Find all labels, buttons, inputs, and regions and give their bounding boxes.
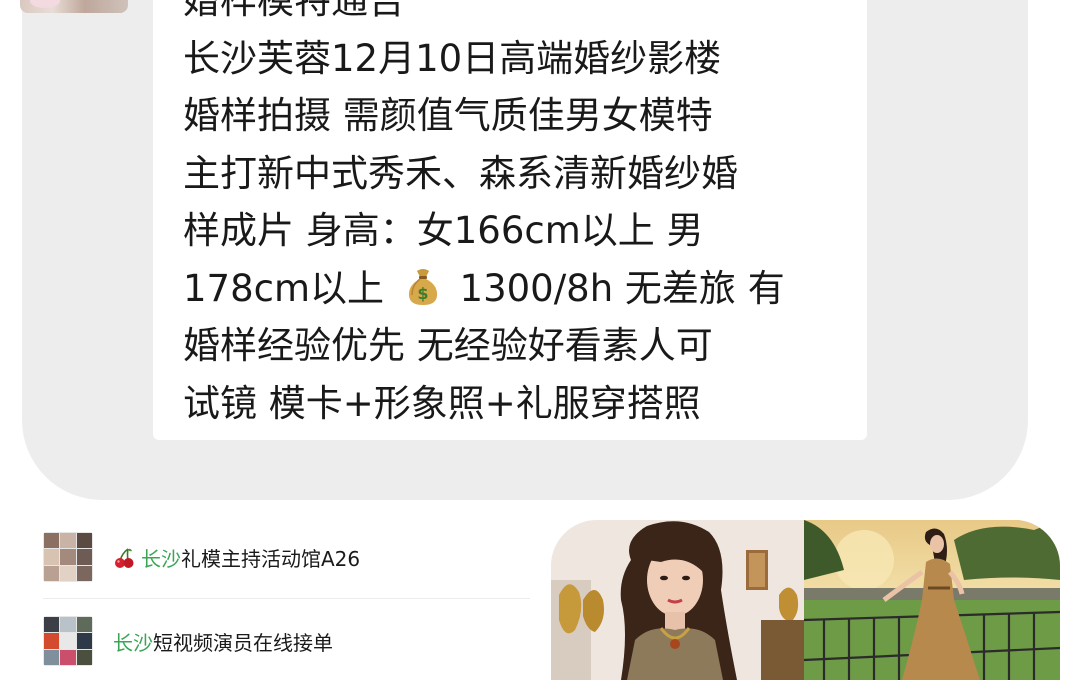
list-item[interactable]: 长沙礼模主持活动馆A26	[0, 515, 545, 599]
list-item-city: 长沙	[141, 546, 181, 571]
photo-model-indoor[interactable]	[551, 520, 804, 680]
svg-text:$: $	[417, 284, 428, 303]
message-line: 试镜 模卡+形象照+礼服穿搭照	[183, 381, 701, 425]
list-item-name: 短视频演员在线接单	[153, 630, 333, 655]
media-card[interactable]	[551, 520, 1060, 680]
message-text: 婚样模特通告 长沙芙蓉12月10日高端婚纱影楼 婚样拍摄 需颜值气质佳男女模特 …	[183, 0, 847, 432]
group-avatar	[43, 616, 93, 666]
message-line: 婚样拍摄 需颜值气质佳男女模特	[183, 94, 713, 137]
message-line: 长沙芙蓉12月10日高端婚纱影楼	[183, 36, 722, 80]
message-line: 样成片 身高：女166cm以上 男	[183, 209, 704, 252]
message-fragment: 1300/8h 无差旅 有	[459, 266, 785, 310]
list-item-title: 长沙礼模主持活动馆A26	[113, 543, 360, 572]
photo-illustration	[551, 520, 804, 680]
money-bag-icon: $	[408, 268, 437, 305]
group-avatar	[43, 532, 93, 582]
list-item-city: 长沙	[113, 630, 153, 655]
message-line: 主打新中式秀禾、森系清新婚纱婚	[183, 151, 738, 195]
message-bubble[interactable]: 婚样模特通告 长沙芙蓉12月10日高端婚纱影楼 婚样拍摄 需颜值气质佳男女模特 …	[153, 0, 867, 440]
photo-illustration	[804, 520, 1060, 680]
group-list: 长沙礼模主持活动馆A26 长沙短视频演员在线接单	[0, 515, 545, 683]
cherry-icon	[115, 547, 134, 568]
message-fragment: 178cm以上	[183, 266, 385, 310]
list-item-title: 长沙短视频演员在线接单	[113, 627, 333, 656]
list-item[interactable]: 长沙短视频演员在线接单	[0, 599, 545, 683]
message-line: 婚样经验优先 无经验好看素人可	[183, 324, 713, 367]
avatar[interactable]	[20, 0, 128, 13]
photo-model-outdoor[interactable]	[804, 520, 1060, 680]
list-item-name: 礼模主持活动馆A26	[181, 546, 361, 571]
message-line-with-money: 178cm以上 $ 1300/8h 无差旅 有	[183, 260, 847, 318]
message-line: 婚样模特通告	[183, 0, 405, 22]
